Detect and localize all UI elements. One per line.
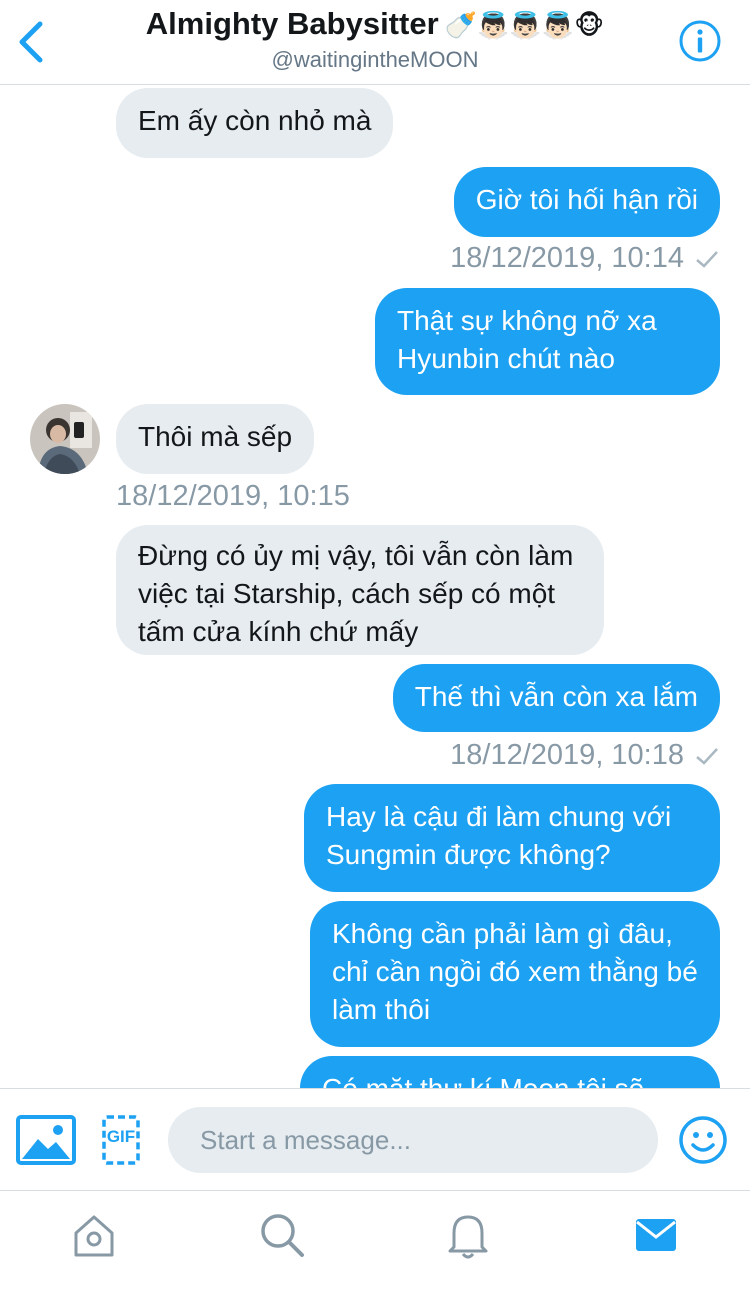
message-incoming[interactable]: Em ấy còn nhỏ mà [116,88,394,158]
timestamp-text: 18/12/2019, 10:15 [116,480,350,512]
conversation-header: Almighty Babysitter 🍼👼🏻👼🏻👼🏻🐵 @waitinginth… [0,0,750,85]
message-outgoing[interactable]: Hay là cậu đi làm chung với Sungmin được… [304,784,720,892]
message-bubble: Thế thì vẫn còn xa lắm [392,664,720,732]
message-outgoing[interactable]: Không cần phải làm gì đâu, chỉ cần ngồi … [310,901,720,1047]
message-bubble: Thôi mà sếp [116,404,315,474]
message-outgoing[interactable]: Thế thì vẫn còn xa lắm [392,664,720,732]
search-icon[interactable] [252,1205,312,1265]
checkmark-icon [696,748,718,766]
message-bubble: Em ấy còn nhỏ mà [116,88,394,158]
message-timestamp: 18/12/2019, 10:15 [116,480,350,513]
message-bubble: Không cần phải làm gì đâu, chỉ cần ngồi … [310,901,720,1047]
gif-button[interactable]: GIF [102,1115,140,1165]
message-bubble: Hay là cậu đi làm chung với Sungmin được… [304,784,720,892]
emoji-icon[interactable] [678,1115,728,1165]
conversation-handle: @waitingintheMOON [271,47,479,72]
message-outgoing[interactable]: Giờ tôi hối hận rồi [453,167,720,237]
message-bubble: Đừng có ủy mị vậy, tôi vẫn còn làm việc … [116,525,604,655]
notifications-icon[interactable] [438,1205,498,1265]
message-incoming[interactable]: Đừng có ủy mị vậy, tôi vẫn còn làm việc … [116,525,604,655]
message-bubble: Có mặt thư kí Moon tôi sẽ [300,1056,720,1088]
avatar-image [30,404,100,474]
tab-bar [0,1190,750,1291]
avatar[interactable] [30,404,100,474]
title-emojis: 🍼👼🏻👼🏻👼🏻🐵 [444,10,605,40]
message-outgoing[interactable]: Có mặt thư kí Moon tôi sẽ [300,1056,720,1088]
messages-icon[interactable] [626,1205,686,1265]
message-bubble: Thật sự không nỡ xa Hyunbin chút nào [375,288,720,395]
home-icon[interactable] [64,1205,124,1265]
message-timestamp: 18/12/2019, 10:18 [450,739,720,772]
image-icon[interactable] [16,1115,76,1165]
conversation-title[interactable]: Almighty Babysitter 🍼👼🏻👼🏻👼🏻🐵 [0,6,750,42]
message-thread[interactable]: Em ấy còn nhỏ mà Giờ tôi hối hận rồi 18/… [0,84,750,1088]
timestamp-text: 18/12/2019, 10:14 [450,242,684,274]
title-text: Almighty Babysitter [145,6,439,41]
gif-label: GIF [106,1127,136,1146]
message-outgoing[interactable]: Thật sự không nỡ xa Hyunbin chút nào [375,288,720,395]
message-bubble: Giờ tôi hối hận rồi [453,167,720,237]
message-input[interactable] [168,1107,658,1173]
checkmark-icon [696,251,718,269]
message-composer: GIF [0,1088,750,1190]
timestamp-text: 18/12/2019, 10:18 [450,739,684,771]
message-incoming[interactable]: Thôi mà sếp [116,404,315,474]
message-timestamp: 18/12/2019, 10:14 [450,242,720,275]
info-icon[interactable] [678,19,722,63]
